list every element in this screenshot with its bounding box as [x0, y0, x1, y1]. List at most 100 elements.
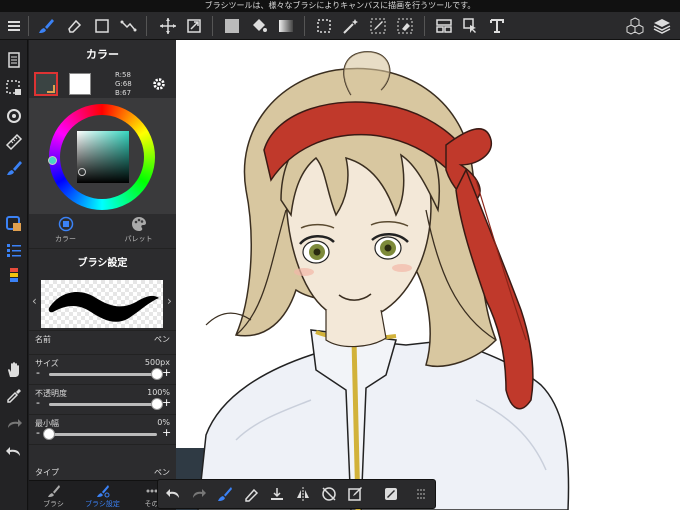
eraser-icon[interactable]	[62, 14, 86, 38]
select-pen-icon[interactable]	[366, 14, 390, 38]
redo-quick-icon[interactable]	[188, 483, 210, 505]
brush-type-value: ペン	[154, 468, 170, 477]
brush-settings-title: ブラシ設定	[29, 248, 176, 278]
rotate-icon[interactable]	[2, 104, 26, 128]
pages-icon[interactable]	[2, 48, 26, 72]
tip-text: ブラシツールは、様々なブラシによりキャンバスに描画を行うツールです。	[204, 1, 476, 10]
tab-color-label: カラー	[55, 235, 76, 243]
lasso-icon[interactable]	[459, 14, 483, 38]
brush-stroke-shape	[48, 292, 160, 322]
brush-active-icon[interactable]	[2, 156, 26, 180]
brush-size-row: サイズ 500px - +	[29, 354, 176, 384]
gear-icon[interactable]	[149, 74, 169, 94]
opacity-slider[interactable]	[49, 403, 157, 406]
color-circle-icon	[58, 216, 73, 232]
text-icon[interactable]	[485, 14, 509, 38]
palette-stack-icon[interactable]	[2, 264, 26, 288]
quick-access-bar	[157, 479, 436, 509]
brush-icon[interactable]	[34, 14, 58, 38]
artwork	[176, 51, 570, 510]
move-icon[interactable]	[156, 14, 180, 38]
brush-name-row[interactable]: 名前 ペン	[29, 330, 176, 354]
select-eraser-icon[interactable]	[393, 14, 417, 38]
tab-color[interactable]: カラー	[29, 216, 102, 244]
panel-bottom-tabs: ブラシ ブラシ設定 その	[29, 480, 176, 510]
selection-icon[interactable]	[2, 76, 26, 100]
brush-type-row[interactable]: タイプ ペン	[29, 444, 176, 480]
eyedropper-icon[interactable]	[2, 384, 26, 408]
snap-icon[interactable]	[432, 14, 456, 38]
side-panel: カラー R:58 G:68 B:67 カラー パレット ブラシ設定 ‹ › 名前…	[29, 40, 176, 510]
size-slider[interactable]	[49, 373, 157, 376]
brush-opacity-row: 不透明度 100% - +	[29, 384, 176, 414]
size-minus-button[interactable]: -	[36, 366, 40, 379]
minwidth-slider[interactable]	[49, 433, 157, 436]
color-panel-title: カラー	[29, 40, 176, 70]
rgb-readout: R:58 G:68 B:67	[115, 71, 132, 98]
drawing-canvas[interactable]	[176, 40, 680, 510]
sv-picker-handle[interactable]	[78, 168, 86, 176]
eraser-quick-icon[interactable]	[240, 483, 262, 505]
color-wheel-area	[29, 98, 176, 214]
tab-palette-label: パレット	[124, 235, 153, 243]
color-panel-icon[interactable]	[2, 212, 26, 236]
brush-list-icon[interactable]	[2, 238, 26, 262]
brush-quick-icon[interactable]	[214, 483, 236, 505]
select-rect-icon[interactable]	[312, 14, 336, 38]
top-toolbar	[0, 12, 680, 40]
flip-quick-icon[interactable]	[292, 483, 314, 505]
background-color-swatch[interactable]	[69, 73, 91, 95]
palette-icon	[131, 217, 146, 231]
layer-quick-icon[interactable]	[380, 483, 402, 505]
rgb-r: R:58	[115, 71, 131, 79]
brush-name-value: ペン	[154, 335, 170, 344]
undo-icon[interactable]	[2, 440, 26, 464]
minwidth-minus-button[interactable]: -	[36, 426, 40, 439]
chevron-right-icon[interactable]: ›	[167, 294, 172, 308]
import-quick-icon[interactable]	[266, 483, 288, 505]
brush-stroke-preview	[41, 280, 163, 328]
tip-bar: ブラシツールは、様々なブラシによりキャンバスに描画を行うツールです。	[0, 0, 680, 12]
hand-icon[interactable]	[2, 358, 26, 382]
brush-tab-icon	[47, 485, 60, 497]
opacity-plus-button[interactable]: +	[162, 396, 171, 409]
color-tabs: カラー パレット	[29, 214, 176, 248]
chevron-left-icon[interactable]: ‹	[32, 294, 37, 308]
rgb-b: B:67	[115, 89, 132, 97]
minwidth-slider-knob[interactable]	[43, 428, 55, 440]
tab-brush-settings[interactable]: ブラシ設定	[78, 484, 127, 509]
saturation-value-square[interactable]	[77, 131, 129, 183]
brush-name-label: 名前	[35, 335, 51, 344]
grip-handle-icon[interactable]	[410, 483, 432, 505]
brush-minwidth-row: 最小幅 0% - +	[29, 414, 176, 444]
edit-quick-icon[interactable]	[344, 483, 366, 505]
bucket-mode-icon[interactable]	[117, 14, 141, 38]
ruler-icon[interactable]	[2, 130, 26, 154]
brush-type-label: タイプ	[35, 468, 59, 477]
brush-preview: ‹ ›	[29, 278, 176, 330]
redo-icon[interactable]	[2, 412, 26, 436]
minwidth-plus-button[interactable]: +	[162, 426, 171, 439]
rgb-g: G:68	[115, 80, 132, 88]
tab-brush[interactable]: ブラシ	[29, 484, 78, 509]
menu-icon[interactable]	[2, 14, 26, 38]
tab-brush-settings-label: ブラシ設定	[85, 500, 120, 508]
opacity-minus-button[interactable]: -	[36, 396, 40, 409]
3d-material-icon[interactable]	[623, 14, 647, 38]
bucket-fill-icon[interactable]	[247, 14, 271, 38]
tab-brush-label: ブラシ	[43, 500, 64, 508]
magic-wand-icon[interactable]	[339, 14, 363, 38]
rectangle-icon[interactable]	[90, 14, 114, 38]
layers-icon[interactable]	[650, 14, 674, 38]
no-snap-quick-icon[interactable]	[318, 483, 340, 505]
tab-palette[interactable]: パレット	[102, 216, 175, 244]
left-toolbar	[0, 40, 28, 510]
transform-icon[interactable]	[182, 14, 206, 38]
gradient-icon[interactable]	[274, 14, 298, 38]
fill-color-icon[interactable]	[220, 14, 244, 38]
color-swatches-row: R:58 G:68 B:67	[29, 70, 176, 98]
foreground-color-swatch[interactable]	[34, 72, 58, 96]
size-plus-button[interactable]: +	[162, 366, 171, 379]
undo-quick-icon[interactable]	[162, 483, 184, 505]
hue-picker-handle[interactable]	[48, 156, 57, 165]
